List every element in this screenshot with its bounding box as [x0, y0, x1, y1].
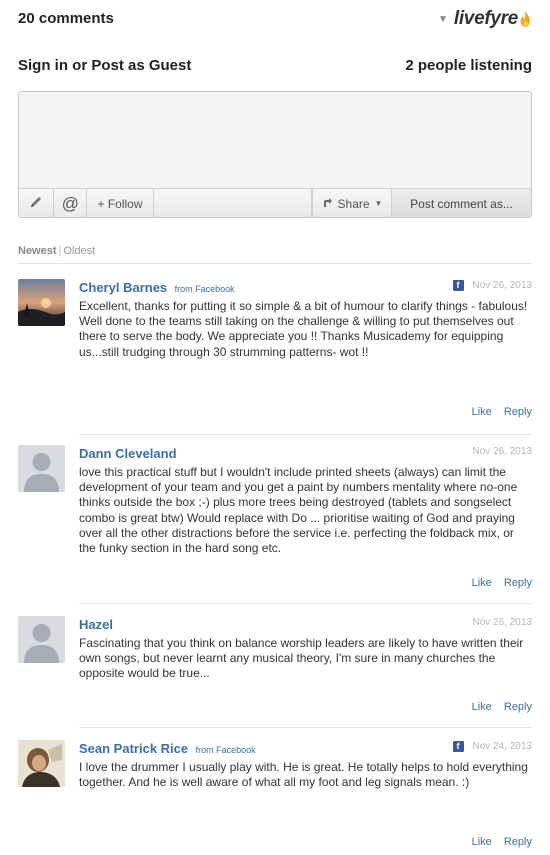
comment-source: from Facebook: [195, 745, 256, 755]
comment-body: Cheryl Barnes from Facebook f Nov 26, 20…: [79, 279, 532, 360]
comment-date[interactable]: Nov 24, 2013: [473, 741, 533, 752]
follow-button[interactable]: + Follow: [87, 189, 154, 217]
sort-separator: |: [58, 245, 62, 257]
comment-header: Sean Patrick Rice from Facebook f Nov 24…: [79, 740, 532, 758]
comments-header: 20 comments ▼ livefyre: [18, 8, 532, 32]
comment-item: Dann Cleveland Nov 26, 2013 love this pr…: [18, 445, 532, 604]
comment-date-wrap: f Nov 24, 2013: [452, 741, 533, 752]
comment-source: from Facebook: [174, 284, 235, 294]
share-icon: [322, 197, 333, 211]
comment-date-wrap: Nov 26, 2013: [473, 446, 533, 457]
divider: [18, 263, 532, 264]
facebook-icon[interactable]: f: [452, 280, 464, 291]
comment-text: Excellent, thanks for putting it so simp…: [79, 299, 528, 359]
avatar[interactable]: [18, 445, 65, 492]
comment-actions: Like Reply: [463, 577, 532, 589]
comment-header: Dann Cleveland Nov 26, 2013: [79, 445, 532, 463]
comment-date-wrap: f Nov 26, 2013: [452, 280, 533, 291]
comment-item: Sean Patrick Rice from Facebook f Nov 24…: [18, 740, 532, 850]
divider: [79, 434, 532, 435]
share-label: Share: [337, 196, 370, 211]
mention-button[interactable]: @: [54, 189, 87, 217]
avatar[interactable]: [18, 279, 65, 326]
reply-button[interactable]: Reply: [504, 406, 532, 418]
sort-newest[interactable]: Newest: [18, 245, 57, 257]
comment-date-wrap: Nov 26, 2013: [473, 617, 533, 628]
comment-item: Cheryl Barnes from Facebook f Nov 26, 20…: [18, 279, 532, 435]
divider: [79, 603, 532, 604]
comment-date[interactable]: Nov 26, 2013: [473, 617, 533, 628]
comment-text: Fascinating that you think on balance wo…: [79, 636, 524, 681]
post-comment-button[interactable]: Post comment as...: [392, 189, 531, 217]
avatar[interactable]: [18, 616, 65, 663]
toolbar-spacer: [154, 189, 312, 217]
comment-composer: @ + Follow Share ▼ Post comment as...: [18, 91, 532, 218]
comment-header: Cheryl Barnes from Facebook f Nov 26, 20…: [79, 279, 532, 297]
comment-header: Hazel Nov 26, 2013: [79, 616, 532, 634]
sort-oldest[interactable]: Oldest: [63, 245, 95, 257]
comment-actions: Like Reply: [463, 836, 532, 848]
comment-date[interactable]: Nov 26, 2013: [473, 280, 533, 291]
at-sign-icon: @: [61, 193, 79, 213]
comment-actions: Like Reply: [463, 701, 532, 713]
comment-body: Hazel Nov 26, 2013 Fascinating that you …: [79, 616, 532, 682]
format-button[interactable]: [19, 189, 54, 217]
chevron-down-icon: ▼: [374, 199, 383, 208]
comment-author[interactable]: Cheryl Barnes: [79, 280, 167, 295]
comment-author[interactable]: Sean Patrick Rice: [79, 741, 188, 756]
comment-author[interactable]: Hazel: [79, 617, 113, 632]
like-button[interactable]: Like: [472, 406, 492, 418]
comment-body: Sean Patrick Rice from Facebook f Nov 24…: [79, 740, 532, 790]
avatar[interactable]: [18, 740, 65, 787]
like-button[interactable]: Like: [472, 701, 492, 713]
like-button[interactable]: Like: [472, 577, 492, 589]
comment-text: love this practical stuff but I wouldn't…: [79, 465, 518, 556]
reply-button[interactable]: Reply: [504, 577, 532, 589]
like-button[interactable]: Like: [472, 836, 492, 848]
comment-input[interactable]: [19, 92, 531, 189]
comment-date[interactable]: Nov 26, 2013: [473, 446, 533, 457]
comment-text: I love the drummer I usually play with. …: [79, 760, 528, 790]
sign-in-bar: Sign in or Post as Guest 2 people listen…: [18, 57, 532, 77]
sign-in-link[interactable]: Sign in or Post as Guest: [18, 57, 191, 74]
comment-body: Dann Cleveland Nov 26, 2013 love this pr…: [79, 445, 532, 556]
comment-actions: Like Reply: [463, 406, 532, 418]
composer-toolbar: @ + Follow Share ▼ Post comment as...: [19, 189, 531, 217]
livefyre-logo[interactable]: ▼ livefyre: [438, 8, 532, 30]
comment-item: Hazel Nov 26, 2013 Fascinating that you …: [18, 616, 532, 728]
reply-button[interactable]: Reply: [504, 701, 532, 713]
logo-dropdown-icon[interactable]: ▼: [438, 14, 448, 25]
flame-icon: [519, 10, 532, 28]
sort-toggle: Newest | Oldest: [18, 245, 95, 257]
share-button[interactable]: Share ▼: [312, 189, 392, 217]
reply-button[interactable]: Reply: [504, 836, 532, 848]
comment-count: 20 comments: [18, 10, 114, 27]
divider: [79, 727, 532, 728]
logo-text: livefyre: [453, 8, 518, 29]
comment-author[interactable]: Dann Cleveland: [79, 446, 177, 461]
listening-count: 2 people listening: [405, 57, 532, 74]
pencil-icon: [29, 195, 43, 212]
facebook-icon[interactable]: f: [452, 741, 464, 752]
